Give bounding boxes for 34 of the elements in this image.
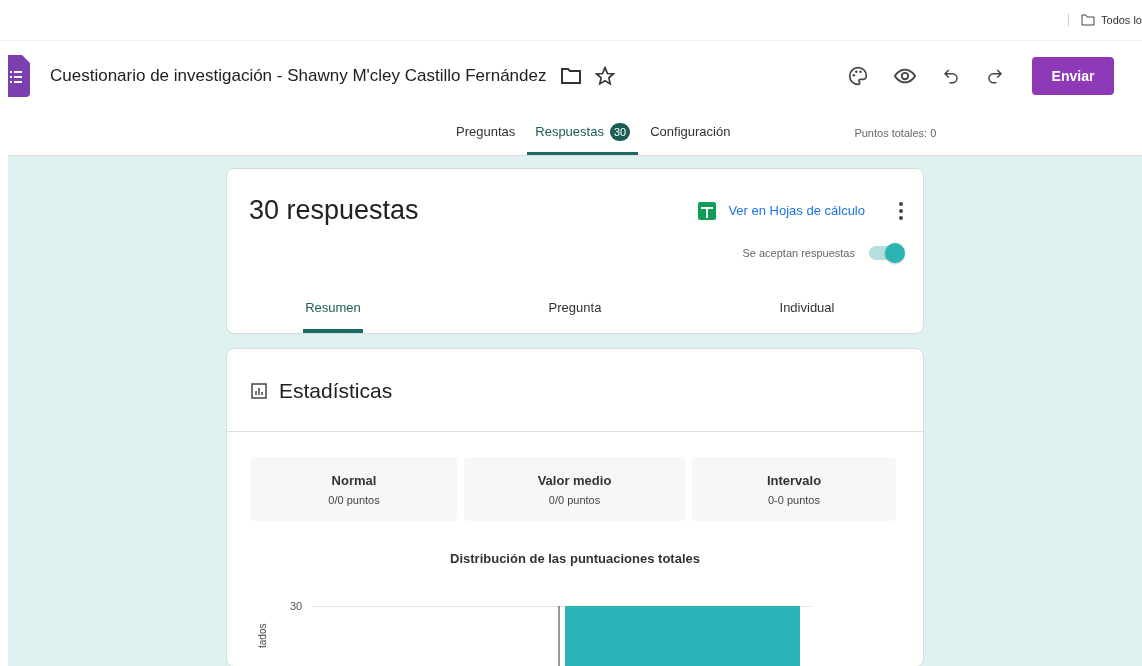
axis-label: tados xyxy=(257,622,268,648)
redo-icon[interactable] xyxy=(986,67,1004,85)
tab[interactable]: Preguntas xyxy=(448,111,524,155)
total-points: Puntos totales: 0 xyxy=(854,127,937,139)
section-title: Estadísticas xyxy=(279,379,393,403)
send-button[interactable]: Enviar xyxy=(1032,57,1114,95)
view-tab[interactable]: Individual xyxy=(777,292,837,333)
axis-tick: 30 xyxy=(290,600,303,614)
stat-label: Intervalo xyxy=(766,472,822,488)
accepting-label: Se aceptan respuestas xyxy=(742,247,855,259)
undo-icon[interactable] xyxy=(942,67,960,85)
stat-value: 0/0 puntos xyxy=(328,493,380,506)
view-tab[interactable]: Resumen xyxy=(303,292,363,333)
stat-value: 0/0 puntos xyxy=(548,493,601,506)
stat-label: Normal xyxy=(331,472,377,488)
count-badge: 30 xyxy=(609,122,631,141)
bookmark-folder[interactable]: Todos lo xyxy=(1068,14,1142,26)
form-title: Cuestionario de investigación - Shawny M'cley Castillo Fernández xyxy=(50,66,547,86)
chart-icon xyxy=(251,383,267,399)
more-icon[interactable] xyxy=(899,201,903,220)
view-tab[interactable]: Pregunta xyxy=(546,292,604,333)
accepting-toggle[interactable] xyxy=(869,246,903,260)
folder-icon[interactable] xyxy=(560,68,581,84)
stat-label: Valor medio xyxy=(537,472,612,488)
tab[interactable]: Configuración xyxy=(642,111,739,155)
eye-icon[interactable] xyxy=(894,68,916,84)
palette-icon[interactable] xyxy=(848,66,868,86)
responses-count: 30 respuestas xyxy=(249,195,419,226)
sheets-icon[interactable] xyxy=(698,201,717,220)
stat-value: 0-0 puntos xyxy=(768,493,820,506)
star-icon[interactable] xyxy=(594,66,615,86)
folder-icon xyxy=(1081,14,1095,26)
sheets-link[interactable]: Ver en Hojas de cálculo xyxy=(728,203,865,218)
chart-title: Distribución de las puntuaciones totales xyxy=(449,551,701,566)
